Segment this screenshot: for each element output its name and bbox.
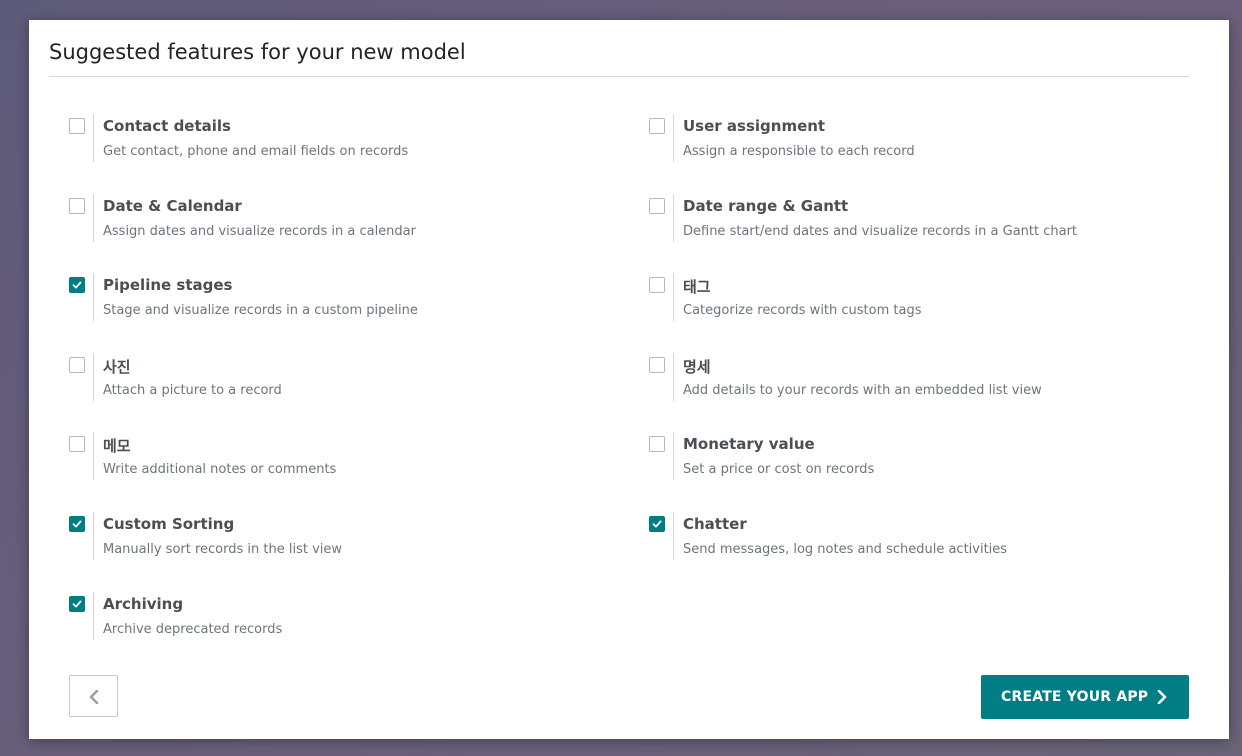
feature-divider — [93, 592, 94, 640]
feature-title: Custom Sorting — [103, 515, 235, 533]
feature-divider — [93, 194, 94, 242]
feature-divider — [673, 194, 674, 242]
feature-title: Pipeline stages — [103, 276, 233, 294]
feature-title: 사진 — [103, 358, 131, 376]
feature-item[interactable]: Date range & Gantt Define start/end dates… — [649, 194, 1189, 250]
feature-item[interactable]: 사진 Attach a picture to a record — [69, 353, 609, 409]
feature-description: Stage and visualize records in a custom … — [103, 303, 418, 318]
feature-title: 명세 — [683, 358, 711, 376]
feature-divider — [673, 432, 674, 480]
feature-item[interactable]: Archiving Archive deprecated records — [69, 592, 609, 648]
feature-divider — [93, 273, 94, 321]
feature-title: Date range & Gantt — [683, 197, 849, 215]
feature-divider — [673, 273, 674, 321]
feature-divider — [93, 353, 94, 401]
feature-divider — [673, 353, 674, 401]
feature-title: Archiving — [103, 595, 184, 613]
feature-item[interactable]: 메모 Write additional notes or comments — [69, 432, 609, 488]
feature-description: Archive deprecated records — [103, 622, 283, 637]
feature-checkbox[interactable] — [69, 277, 85, 293]
feature-divider — [93, 432, 94, 480]
features-list: Contact details Get contact, phone and em… — [69, 114, 1189, 654]
create-your-app-label: CREATE YOUR APP — [1001, 689, 1149, 705]
feature-item[interactable]: Date & Calendar Assign dates and visualiz… — [69, 194, 609, 250]
feature-item[interactable]: 태그 Categorize records with custom tags — [649, 273, 1189, 329]
feature-description: Attach a picture to a record — [103, 383, 282, 398]
title-divider — [49, 76, 1189, 77]
feature-divider — [93, 114, 94, 162]
feature-item[interactable]: Contact details Get contact, phone and em… — [69, 114, 609, 170]
feature-divider — [673, 114, 674, 162]
feature-description: Send messages, log notes and schedule ac… — [683, 542, 1008, 557]
feature-description: Manually sort records in the list view — [103, 542, 343, 557]
feature-description: Define start/end dates and visualize rec… — [683, 224, 1078, 239]
feature-checkbox[interactable] — [69, 198, 85, 214]
feature-description: Assign a responsible to each record — [683, 144, 915, 159]
checkmark-icon — [72, 600, 82, 608]
feature-description: Add details to your records with an embe… — [683, 383, 1042, 398]
feature-item[interactable]: 명세 Add details to your records with an em… — [649, 353, 1189, 409]
chevron-left-icon — [89, 690, 99, 704]
feature-checkbox[interactable] — [649, 118, 665, 134]
create-your-app-button[interactable]: CREATE YOUR APP — [981, 675, 1189, 719]
feature-checkbox[interactable] — [69, 596, 85, 612]
feature-item[interactable]: Pipeline stages Stage and visualize recor… — [69, 273, 609, 329]
checkmark-icon — [72, 520, 82, 528]
feature-item[interactable]: Custom Sorting Manually sort records in t… — [69, 512, 609, 568]
feature-checkbox[interactable] — [649, 277, 665, 293]
feature-checkbox[interactable] — [69, 516, 85, 532]
dialog-title: Suggested features for your new model — [49, 40, 466, 64]
feature-title: User assignment — [683, 117, 826, 135]
checkmark-icon — [72, 281, 82, 289]
feature-description: Assign dates and visualize records in a … — [103, 224, 416, 239]
feature-checkbox[interactable] — [69, 436, 85, 452]
checkmark-icon — [652, 520, 662, 528]
feature-title: Chatter — [683, 515, 747, 533]
feature-checkbox[interactable] — [69, 118, 85, 134]
chevron-right-icon — [1157, 690, 1167, 704]
feature-item[interactable]: User assignment Assign a responsible to e… — [649, 114, 1189, 170]
feature-title: 메모 — [103, 437, 131, 455]
feature-title: Date & Calendar — [103, 197, 242, 215]
feature-divider — [93, 512, 94, 560]
feature-description: Set a price or cost on records — [683, 462, 875, 477]
feature-description: Write additional notes or comments — [103, 462, 337, 477]
feature-checkbox[interactable] — [69, 357, 85, 373]
feature-checkbox[interactable] — [649, 516, 665, 532]
back-button[interactable] — [69, 675, 118, 717]
feature-title: Monetary value — [683, 435, 815, 453]
feature-selection-dialog: Suggested features for your new model Co… — [29, 20, 1229, 739]
feature-title: Contact details — [103, 117, 231, 135]
feature-description: Categorize records with custom tags — [683, 303, 922, 318]
feature-checkbox[interactable] — [649, 357, 665, 373]
feature-item[interactable]: Chatter Send messages, log notes and sche… — [649, 512, 1189, 568]
feature-title: 태그 — [683, 278, 711, 296]
feature-checkbox[interactable] — [649, 198, 665, 214]
feature-divider — [673, 512, 674, 560]
feature-checkbox[interactable] — [649, 436, 665, 452]
feature-description: Get contact, phone and email fields on r… — [103, 144, 409, 159]
feature-item[interactable]: Monetary value Set a price or cost on rec… — [649, 432, 1189, 488]
